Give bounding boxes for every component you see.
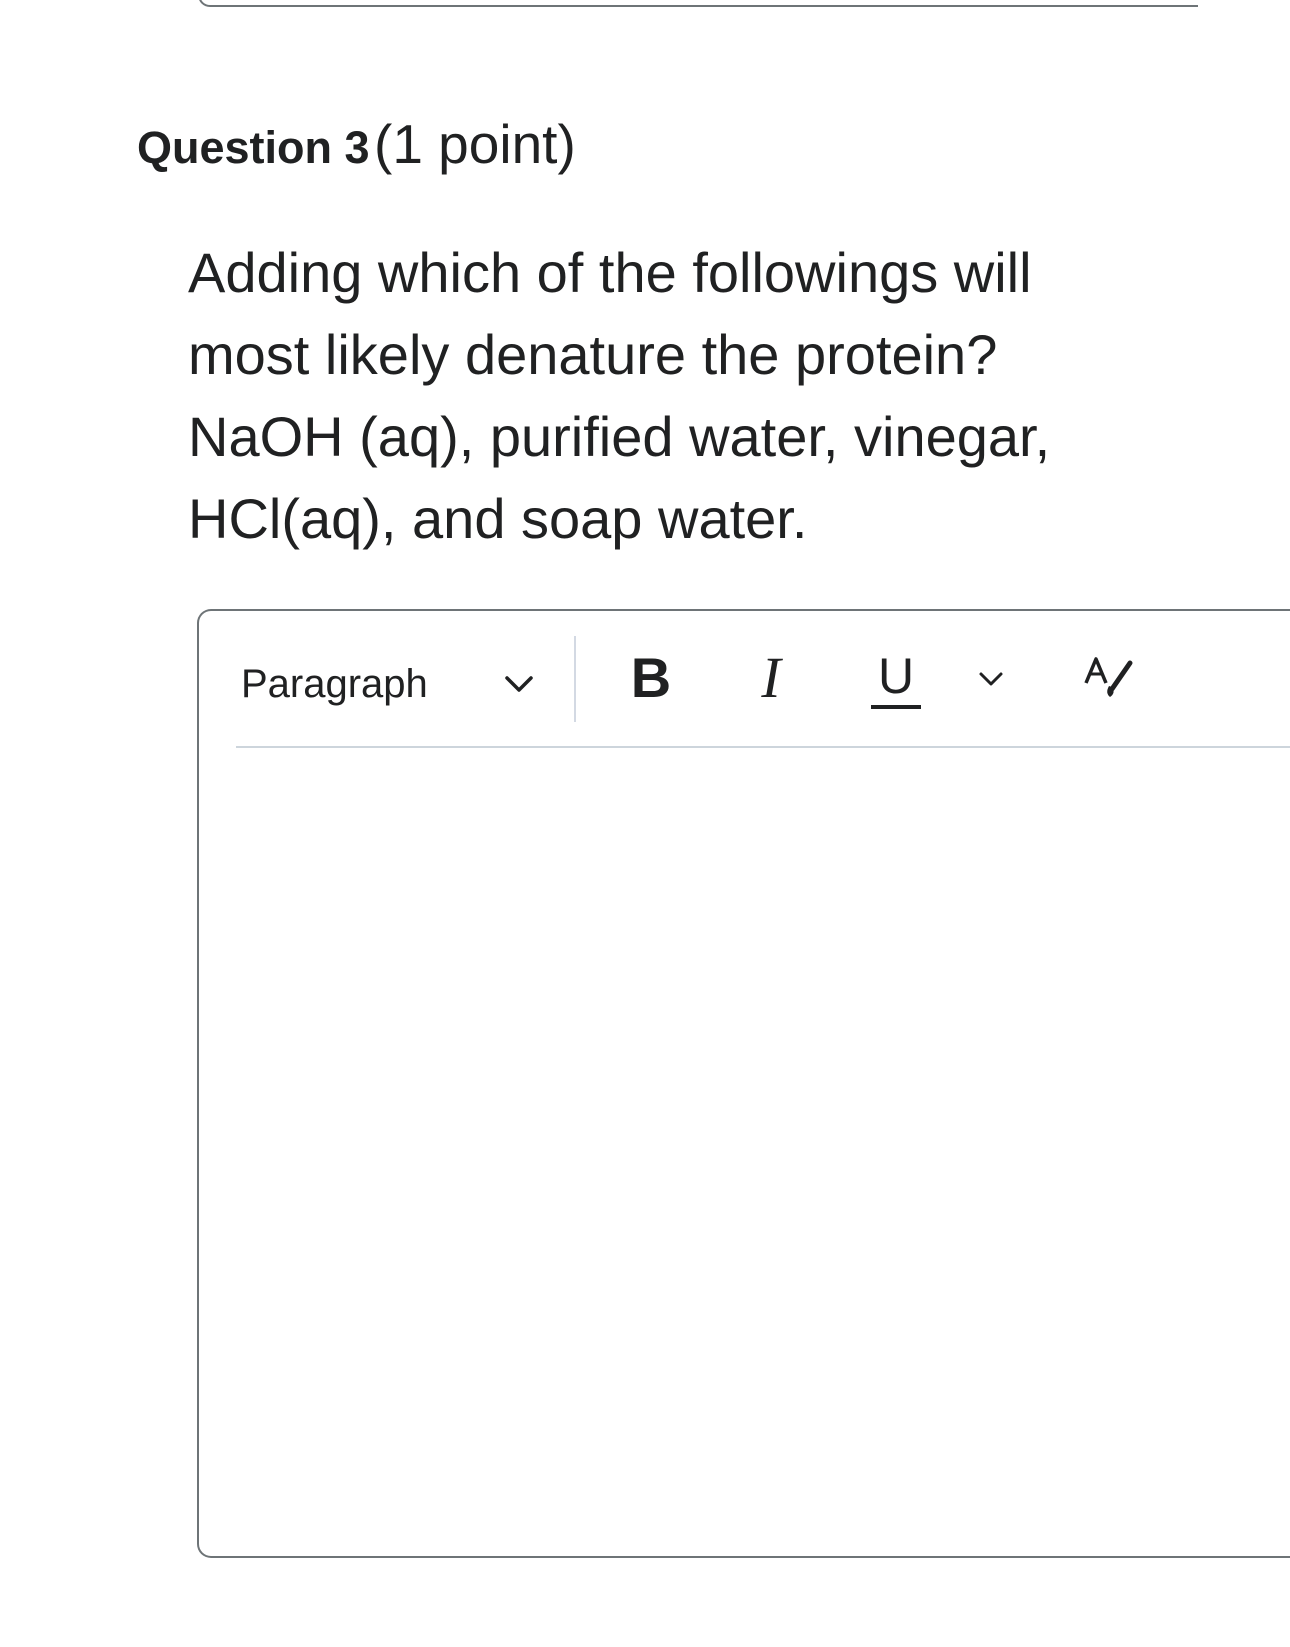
underline-options-button[interactable] [972, 641, 1012, 717]
chevron-down-icon [972, 672, 1012, 721]
question-text-line: most likely denature the protein? [188, 323, 998, 386]
question-text-line: HCl(aq), and soap water. [188, 487, 808, 550]
paragraph-format-label: Paragraph [241, 662, 428, 706]
italic-button[interactable]: I [746, 641, 796, 717]
question-header: Question 3 (1 point) [137, 112, 576, 176]
editor-toolbar: Paragraph B I U [236, 611, 1290, 748]
answer-text-area[interactable] [236, 748, 1290, 1556]
question-label: Question 3 [137, 122, 370, 173]
svg-text:U: U [878, 648, 914, 704]
chevron-down-icon [503, 671, 535, 697]
bold-icon: B [621, 646, 681, 721]
bold-button[interactable]: B [621, 641, 681, 717]
previous-answer-editor [198, 0, 1198, 7]
underline-button[interactable]: U [868, 641, 938, 717]
toolbar-divider [574, 636, 576, 722]
question-text: Adding which of the followings will most… [188, 232, 1128, 560]
paragraph-format-dropdown[interactable]: Paragraph [241, 661, 551, 707]
answer-editor: Paragraph B I U [197, 609, 1290, 1558]
text-style-button[interactable] [1074, 641, 1144, 717]
svg-text:I: I [760, 645, 783, 710]
italic-icon: I [746, 645, 796, 721]
question-text-line: Adding which of the followings will [188, 241, 1032, 304]
question-text-line: NaOH (aq), purified water, vinegar, [188, 405, 1051, 468]
text-style-icon [1074, 657, 1144, 721]
question-points: (1 point) [374, 113, 576, 175]
svg-text:B: B [631, 646, 671, 709]
underline-icon: U [868, 648, 938, 721]
